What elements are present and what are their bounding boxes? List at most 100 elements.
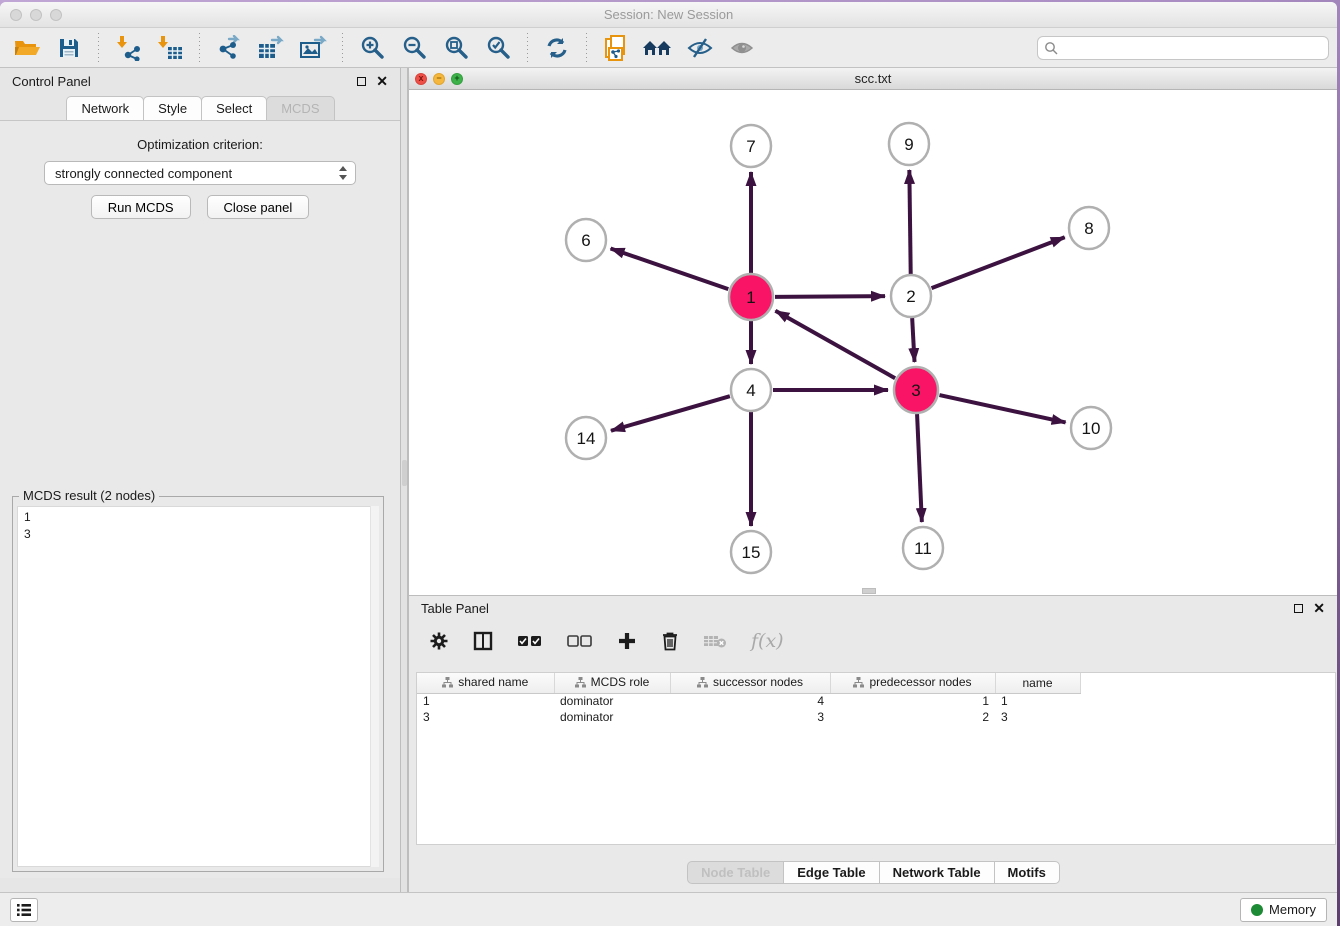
table-cell[interactable]: 4 [670,693,830,709]
open-session-button[interactable] [8,32,46,64]
table-cell[interactable]: 1 [830,693,995,709]
table-cell[interactable]: dominator [554,693,670,709]
graph-node-2[interactable]: 2 [891,275,931,317]
import-network-button[interactable] [109,32,147,64]
select-all-button[interactable] [517,634,543,648]
mcds-result-title: MCDS result (2 nodes) [19,488,159,503]
tab-node-table[interactable]: Node Table [687,861,784,884]
splitter-grip[interactable] [402,460,407,486]
table-cell[interactable]: 3 [417,709,554,725]
graph-edge-2-3[interactable] [912,318,914,362]
table-cell[interactable]: 3 [670,709,830,725]
column-tree-icon [575,677,586,688]
save-session-button[interactable] [50,32,88,64]
add-column-button[interactable] [617,631,637,651]
graph-edge-3-10[interactable] [939,395,1065,422]
search-icon [1044,41,1058,55]
tab-motifs[interactable]: Motifs [994,861,1060,884]
zoom-in-button[interactable] [353,32,391,64]
memory-button[interactable]: Memory [1240,898,1327,922]
graph-edge-3-11[interactable] [917,414,922,522]
graph-edge-3-1[interactable] [775,311,895,378]
search-input[interactable] [1062,40,1322,55]
close-panel-button[interactable]: Close panel [207,195,310,219]
graph-node-15[interactable]: 15 [731,531,771,573]
run-mcds-button[interactable]: Run MCDS [91,195,191,219]
export-network-button[interactable] [210,32,248,64]
graph-edge-4-14[interactable] [611,396,730,431]
graph-node-9[interactable]: 9 [889,123,929,165]
graph-node-label: 2 [906,287,915,306]
graph-node-1[interactable]: 1 [729,274,773,320]
table-row[interactable]: 3dominator323 [417,709,1080,725]
table-cell[interactable]: 1 [417,693,554,709]
cybrowser-home-button[interactable] [639,32,677,64]
close-window-button[interactable] [10,9,22,21]
graph-edge-1-6[interactable] [611,248,729,289]
graph-node-3[interactable]: 3 [894,367,938,413]
graph-node-4[interactable]: 4 [731,369,771,411]
export-table-button[interactable] [252,32,290,64]
close-table-panel-icon[interactable]: ✕ [1313,601,1325,615]
function-builder-button[interactable]: f(x) [751,630,784,652]
tab-select[interactable]: Select [201,96,267,120]
graph-node-7[interactable]: 7 [731,125,771,167]
zoom-selected-button[interactable] [479,32,517,64]
refresh-view-button[interactable] [538,32,576,64]
table-cell[interactable]: 2 [830,709,995,725]
graph-edge-2-8[interactable] [932,237,1065,288]
tab-edge-table[interactable]: Edge Table [783,861,879,884]
graph-node-11[interactable]: 11 [903,527,943,569]
export-image-button[interactable] [294,32,332,64]
column-header-predecessor-nodes[interactable]: predecessor nodes [830,673,995,693]
column-header-name[interactable]: name [995,673,1080,693]
column-header-successor-nodes[interactable]: successor nodes [670,673,830,693]
zoom-window-button[interactable] [50,9,62,21]
graph-edge-1-2[interactable] [775,296,885,297]
tab-style[interactable]: Style [143,96,202,120]
main-toolbar [0,28,1337,68]
float-panel-icon[interactable] [357,77,366,86]
close-panel-icon[interactable]: ✕ [376,74,388,88]
table-row[interactable]: 1dominator411 [417,693,1080,709]
graph-node-8[interactable]: 8 [1069,207,1109,249]
table-settings-button[interactable] [429,631,449,651]
float-table-panel-icon[interactable] [1294,604,1303,613]
mcds-result-list[interactable]: 13 [17,506,379,867]
zoom-out-button[interactable] [395,32,433,64]
network-window-titlebar: x − + scc.txt [409,68,1337,90]
hide-panels-button[interactable] [681,32,719,64]
table-cell[interactable]: dominator [554,709,670,725]
panel-splitter[interactable] [400,68,408,892]
table-cell[interactable]: 1 [995,693,1080,709]
tab-network-table[interactable]: Network Table [879,861,995,884]
open-folder-icon [13,36,41,60]
show-graphics-details-button[interactable] [723,32,761,64]
criterion-select[interactable]: strongly connected component [44,161,356,185]
graph-node-label: 10 [1082,419,1101,438]
delete-column-button[interactable] [661,631,679,651]
graph-node-6[interactable]: 6 [566,219,606,261]
canvas-bottom-grip[interactable] [862,588,876,594]
column-header-shared-name[interactable]: shared name [417,673,554,693]
duplicate-network-button[interactable] [597,32,635,64]
task-history-button[interactable] [10,898,38,922]
node-table: shared nameMCDS rolesuccessor nodesprede… [416,672,1336,845]
tab-mcds[interactable]: MCDS [266,96,334,120]
import-table-button[interactable] [151,32,189,64]
column-layout-button[interactable] [473,631,493,651]
result-scrollbar[interactable] [370,506,379,867]
graph-node-label: 14 [577,429,596,448]
minimize-window-button[interactable] [30,9,42,21]
zoom-fit-button[interactable] [437,32,475,64]
table-cell[interactable]: 3 [995,709,1080,725]
deselect-all-button[interactable] [567,634,593,648]
graph-node-10[interactable]: 10 [1071,407,1111,449]
graph-edge-2-9[interactable] [909,170,910,274]
tab-network[interactable]: Network [66,96,144,120]
column-header-MCDS-role[interactable]: MCDS role [554,673,670,693]
network-canvas[interactable]: 7 9 6 8 1 2 4 3 14 10 15 11 [409,90,1337,595]
delete-table-button[interactable] [703,633,727,649]
graph-node-label: 3 [911,381,920,400]
graph-node-14[interactable]: 14 [566,417,606,459]
